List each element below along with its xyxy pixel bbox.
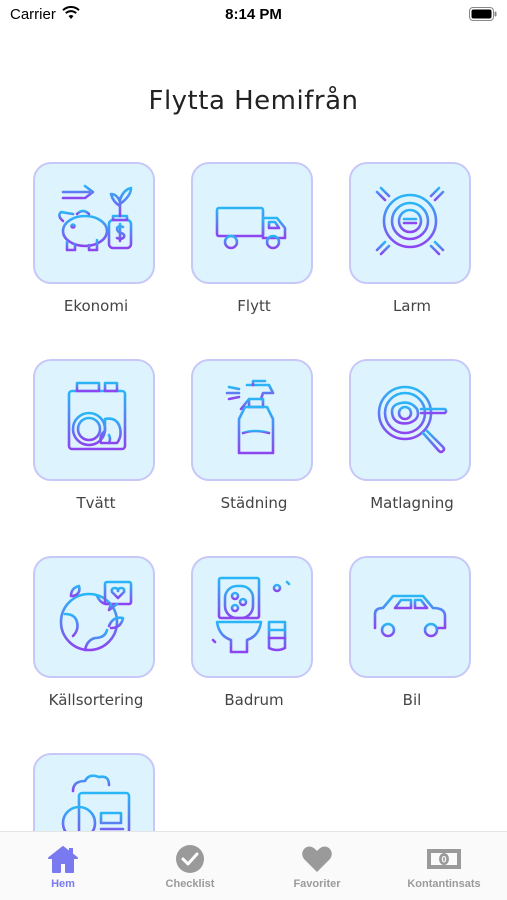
status-bar: Carrier 8:14 PM	[0, 0, 507, 30]
piggy-bank-icon	[49, 176, 139, 270]
tab-bar: Hem Checklist Favoriter 0 Kontantinsats	[0, 831, 507, 900]
tab-hem[interactable]: Hem	[0, 832, 126, 900]
page-title: Flytta Hemifrån	[148, 86, 359, 116]
category-label: Tvätt	[76, 494, 116, 512]
battery-icon	[469, 7, 497, 26]
category-label: Källsortering	[48, 691, 144, 709]
tab-label: Hem	[51, 878, 75, 890]
tab-label: Checklist	[165, 878, 215, 890]
tab-kontantinsats[interactable]: 0 Kontantinsats	[381, 832, 507, 900]
category-label: Städning	[220, 494, 288, 512]
tab-label: Favoriter	[293, 878, 341, 890]
category-label: Larm	[392, 297, 432, 315]
spray-bottle-icon	[207, 373, 297, 467]
alarm-sensor-icon	[365, 176, 455, 270]
info-document-icon	[49, 767, 139, 832]
banknote-icon: 0	[381, 844, 507, 874]
frying-pan-icon	[365, 373, 455, 467]
washing-machine-icon	[49, 373, 139, 467]
toilet-icon	[207, 570, 297, 664]
tab-favoriter[interactable]: Favoriter	[254, 832, 380, 900]
category-label: Ekonomi	[63, 297, 129, 315]
car-icon	[365, 570, 455, 664]
earth-recycling-icon	[49, 570, 139, 664]
category-label: Matlagning	[370, 494, 454, 512]
moving-truck-icon	[207, 176, 297, 270]
tab-checklist[interactable]: Checklist	[127, 832, 253, 900]
clock: 8:14 PM	[225, 6, 282, 23]
svg-text:0: 0	[441, 855, 446, 865]
category-label: Bil	[402, 691, 422, 709]
category-label: Badrum	[224, 691, 284, 709]
home-icon	[0, 844, 126, 874]
tab-label: Kontantinsats	[407, 878, 481, 890]
checkmark-circle-icon	[127, 844, 253, 874]
category-grid: Ekonomi Flytt Larm Tvätt Städning Matlag…	[0, 140, 507, 832]
category-label: Flytt	[237, 297, 271, 315]
heart-icon	[254, 844, 380, 874]
